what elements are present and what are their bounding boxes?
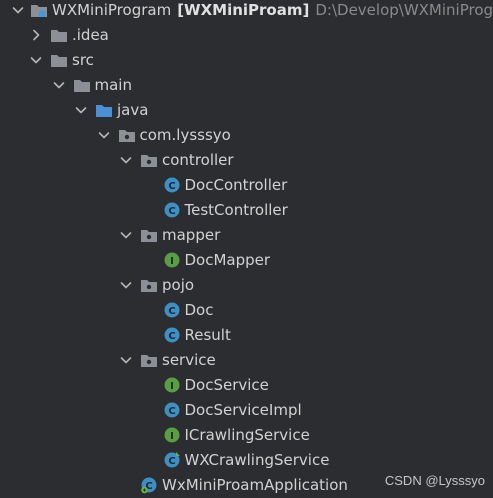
svg-text:C: C bbox=[168, 406, 175, 417]
tree-row-wxminiprogram[interactable]: WXMiniProgram [WXMiniProam] D:\Develop\WXM… bbox=[0, 0, 493, 23]
tree-row-wxcrawlingservice[interactable]: C WXCrawlingService bbox=[0, 448, 493, 473]
svg-text:I: I bbox=[170, 431, 174, 442]
tree-row-main[interactable]: main bbox=[0, 73, 493, 98]
package-icon bbox=[140, 151, 158, 169]
tree-row-doc[interactable]: C Doc bbox=[0, 298, 493, 323]
package-icon bbox=[118, 126, 136, 144]
svg-text:C: C bbox=[168, 181, 175, 192]
package-icon bbox=[140, 226, 158, 244]
class-icon: C bbox=[163, 301, 181, 319]
tree-row-service[interactable]: service bbox=[0, 348, 493, 373]
tree-item-label: TestController bbox=[184, 201, 288, 219]
tree-row-docserviceimpl[interactable]: C DocServiceImpl bbox=[0, 398, 493, 423]
tree-row-icrawlingservice[interactable]: I ICrawlingService bbox=[0, 423, 493, 448]
svg-text:C: C bbox=[168, 206, 175, 217]
project-path: D:\Develop\WXMiniProg bbox=[315, 1, 493, 19]
tree-item-label: com.lysssyo bbox=[139, 126, 231, 144]
tree-row-controller[interactable]: controller bbox=[0, 148, 493, 173]
svg-text:I: I bbox=[170, 381, 174, 392]
package-icon bbox=[140, 351, 158, 369]
class-icon: C bbox=[163, 201, 181, 219]
tree-item-label: WxMiniProamApplication bbox=[162, 476, 348, 494]
svg-text:C: C bbox=[168, 306, 175, 317]
folder-icon bbox=[50, 51, 68, 69]
tree-item-label: WXCrawlingService bbox=[184, 451, 330, 469]
interface-icon: I bbox=[163, 251, 181, 269]
watermark: CSDN @Lysssyo bbox=[384, 473, 485, 488]
tree-item-label: Doc bbox=[184, 301, 214, 319]
tree-item-label: DocServiceImpl bbox=[184, 401, 302, 419]
tree-item-label: DocMapper bbox=[184, 251, 271, 269]
chevron-down-icon[interactable] bbox=[118, 152, 134, 168]
tree-item-label: service bbox=[162, 351, 216, 369]
chevron-down-icon[interactable] bbox=[51, 77, 67, 93]
tree-item-label: mapper bbox=[162, 226, 221, 244]
class-icon: C bbox=[163, 176, 181, 194]
tree-item-label: main bbox=[94, 76, 132, 94]
svg-text:C: C bbox=[168, 331, 175, 342]
module-name: [WXMiniProam] bbox=[177, 1, 310, 19]
project-folder-icon bbox=[30, 1, 48, 19]
folder-icon bbox=[73, 76, 91, 94]
chevron-down-icon[interactable] bbox=[73, 102, 89, 118]
project-tree: WXMiniProgram [WXMiniProam] D:\Develop\WXM… bbox=[0, 0, 493, 498]
tree-row--idea[interactable]: .idea bbox=[0, 23, 493, 48]
chevron-down-icon[interactable] bbox=[118, 227, 134, 243]
tree-row-com-lysssyo[interactable]: com.lysssyo bbox=[0, 123, 493, 148]
folder-icon bbox=[50, 26, 68, 44]
chevron-down-icon[interactable] bbox=[118, 352, 134, 368]
tree-row-doccontroller[interactable]: C DocController bbox=[0, 173, 493, 198]
interface-icon: I bbox=[163, 426, 181, 444]
tree-row-pojo[interactable]: pojo bbox=[0, 273, 493, 298]
tree-item-label: controller bbox=[162, 151, 234, 169]
chevron-down-icon[interactable] bbox=[10, 2, 26, 18]
tree-item-label: Result bbox=[184, 326, 231, 344]
tree-item-label: DocController bbox=[184, 176, 288, 194]
svg-text:I: I bbox=[170, 256, 174, 267]
interface-icon: I bbox=[163, 376, 181, 394]
source-folder-icon bbox=[95, 101, 113, 119]
tree-row-testcontroller[interactable]: C TestController bbox=[0, 198, 493, 223]
tree-item-label: DocService bbox=[184, 376, 269, 394]
chevron-down-icon[interactable] bbox=[118, 277, 134, 293]
tree-item-label: ICrawlingService bbox=[184, 426, 310, 444]
tree-item-label: WXMiniProgram [WXMiniProam] D:\Develop\WXM… bbox=[52, 1, 493, 19]
tree-item-label: src bbox=[72, 51, 94, 69]
tree-row-src[interactable]: src bbox=[0, 48, 493, 73]
spring-app-class-icon: C bbox=[140, 476, 158, 494]
chevron-down-icon[interactable] bbox=[96, 127, 112, 143]
tree-row-result[interactable]: C Result bbox=[0, 323, 493, 348]
tree-item-label: .idea bbox=[72, 26, 109, 44]
tree-item-label: java bbox=[117, 101, 149, 119]
class-icon: C bbox=[163, 326, 181, 344]
implementing-class-icon: C bbox=[163, 451, 181, 469]
chevron-down-icon[interactable] bbox=[28, 52, 44, 68]
tree-row-java[interactable]: java bbox=[0, 98, 493, 123]
tree-item-label: pojo bbox=[162, 276, 195, 294]
class-icon: C bbox=[163, 401, 181, 419]
tree-row-docservice[interactable]: I DocService bbox=[0, 373, 493, 398]
svg-text:C: C bbox=[168, 456, 175, 467]
chevron-right-icon[interactable] bbox=[28, 27, 44, 43]
package-icon bbox=[140, 276, 158, 294]
tree-row-mapper[interactable]: mapper bbox=[0, 223, 493, 248]
tree-row-docmapper[interactable]: I DocMapper bbox=[0, 248, 493, 273]
